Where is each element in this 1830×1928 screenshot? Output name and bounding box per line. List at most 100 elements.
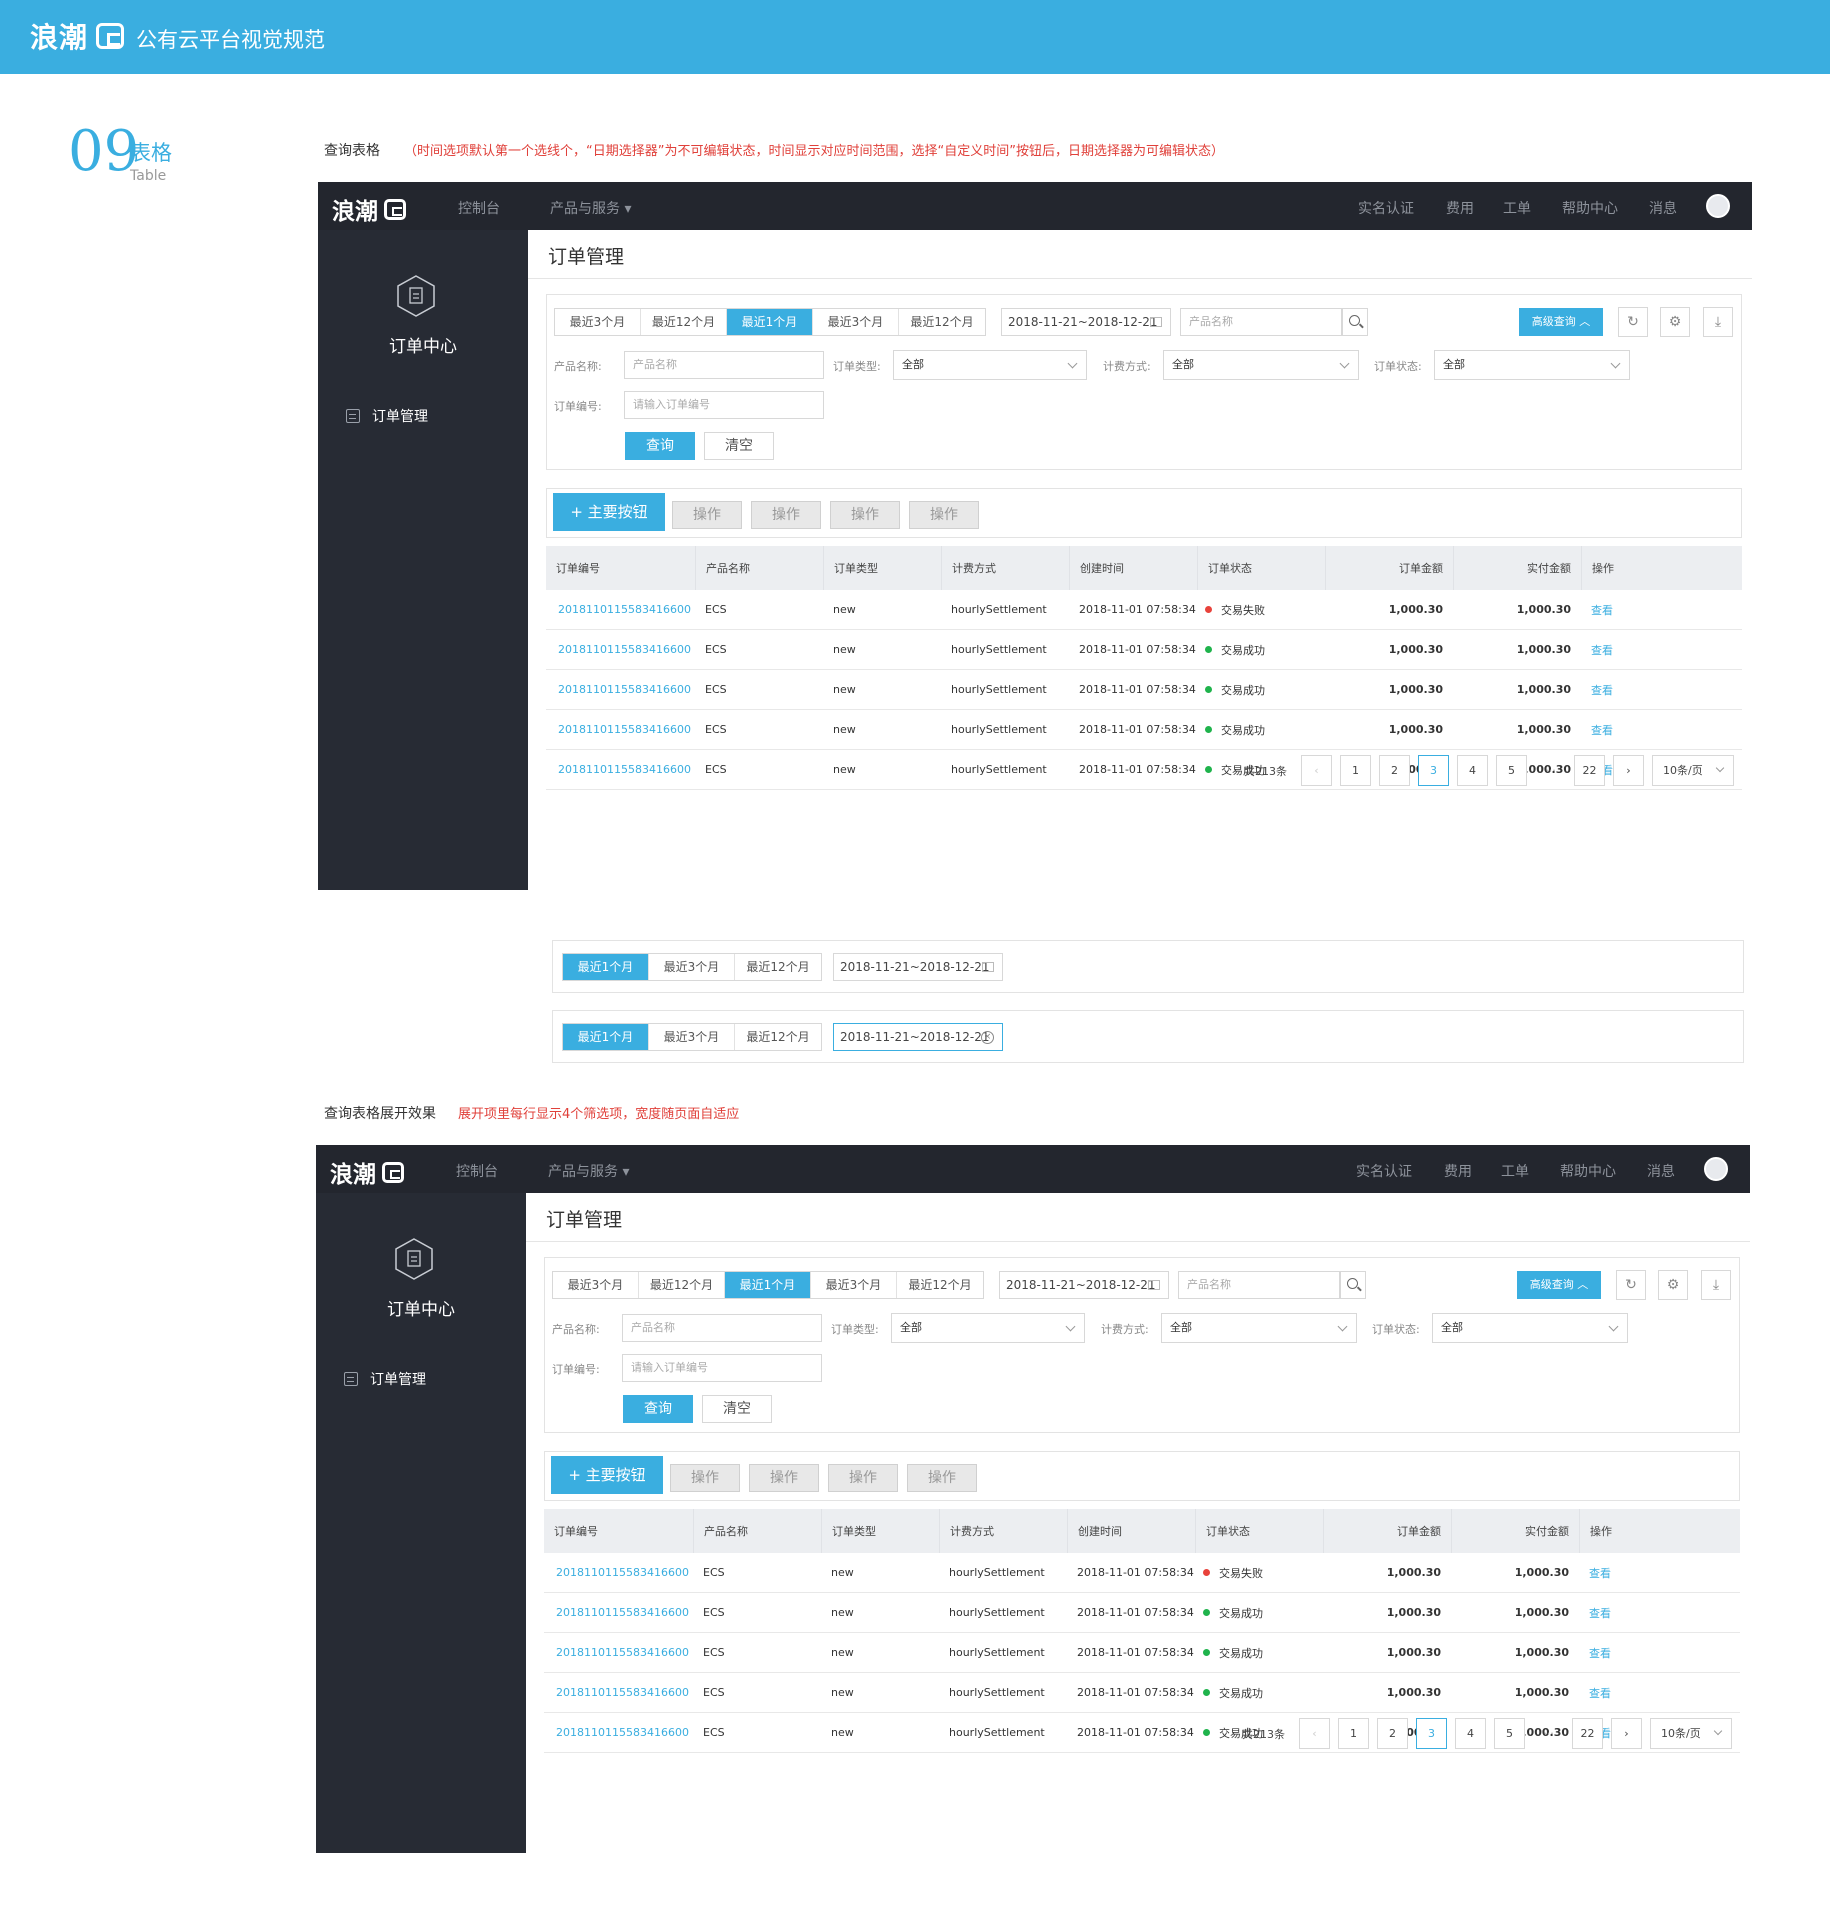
billing-select[interactable]: 全部 [1161,1313,1357,1343]
view-link[interactable]: 查看 [1581,710,1742,749]
op-button[interactable]: 操作 [907,1464,977,1492]
nav-help[interactable]: 帮助中心 [1562,198,1618,218]
view-link[interactable]: 查看 [1579,1633,1740,1672]
clear-button[interactable]: 清空 [702,1395,772,1423]
page-last[interactable]: 22 [1572,1718,1603,1749]
page-size-select[interactable]: 10条/页 [1650,1718,1732,1749]
page-4[interactable]: 4 [1455,1718,1486,1749]
tab-3m-b[interactable]: 最近3个月 [813,309,899,335]
nav-products[interactable]: 产品与服务 ▾ [548,1161,629,1181]
view-link[interactable]: 查看 [1579,1593,1740,1632]
nav-help[interactable]: 帮助中心 [1560,1161,1616,1181]
next-page-button[interactable]: › [1613,755,1644,786]
status-select[interactable]: 全部 [1432,1313,1628,1343]
avatar[interactable] [1706,194,1730,218]
page-1[interactable]: 1 [1340,755,1371,786]
product-name-input[interactable]: 产品名称 [624,351,824,379]
refresh-button[interactable]: ↻ [1618,307,1648,337]
order-id-link[interactable]: 2018110115583416600 [546,750,695,789]
order-id-link[interactable]: 2018110115583416600 [544,1553,693,1592]
nav-verify[interactable]: 实名认证 [1358,198,1414,218]
status-select[interactable]: 全部 [1434,350,1630,380]
demo-date-editable[interactable]: 2018-11-21~2018-12-21 × [833,1023,1003,1051]
op-button[interactable]: 操作 [672,501,742,529]
nav-products[interactable]: 产品与服务 ▾ [550,198,631,218]
op-button[interactable]: 操作 [828,1464,898,1492]
advanced-query-button[interactable]: 高级查询 ︿ [1519,308,1603,336]
view-link[interactable]: 查看 [1581,670,1742,709]
demo-tab[interactable]: 最近3个月 [649,1024,735,1050]
download-button[interactable]: ⤓ [1701,1270,1731,1300]
page-3[interactable]: 3 [1418,755,1449,786]
demo-tab[interactable]: 最近1个月 [563,1024,649,1050]
page-2[interactable]: 2 [1379,755,1410,786]
date-range-picker[interactable]: 2018-11-21~2018-12-21 [999,1271,1169,1299]
order-id-link[interactable]: 2018110115583416600 [546,670,695,709]
order-id-link[interactable]: 2018110115583416600 [546,630,695,669]
nav-console[interactable]: 控制台 [456,1161,498,1181]
nav-verify[interactable]: 实名认证 [1356,1161,1412,1181]
order-id-link[interactable]: 2018110115583416600 [546,590,695,629]
product-search-input[interactable]: 产品名称 [1180,308,1342,336]
op-button[interactable]: 操作 [751,501,821,529]
product-search-input[interactable]: 产品名称 [1178,1271,1340,1299]
order-id-link[interactable]: 2018110115583416600 [544,1673,693,1712]
avatar[interactable] [1704,1157,1728,1181]
clear-button[interactable]: 清空 [704,432,774,460]
billing-select[interactable]: 全部 [1163,350,1359,380]
order-id-link[interactable]: 2018110115583416600 [544,1713,693,1752]
search-button[interactable] [1340,1271,1366,1299]
order-type-select[interactable]: 全部 [893,350,1087,380]
search-button[interactable] [1342,308,1368,336]
clear-icon[interactable]: × [981,1031,994,1044]
order-number-input[interactable]: 请输入订单编号 [622,1354,822,1382]
order-id-link[interactable]: 2018110115583416600 [544,1593,693,1632]
op-button[interactable]: 操作 [749,1464,819,1492]
nav-tickets[interactable]: 工单 [1503,198,1531,218]
nav-billing[interactable]: 费用 [1446,198,1474,218]
demo-tab[interactable]: 最近12个月 [735,954,821,980]
order-id-link[interactable]: 2018110115583416600 [544,1633,693,1672]
next-page-button[interactable]: › [1611,1718,1642,1749]
demo-tab[interactable]: 最近12个月 [735,1024,821,1050]
page-1[interactable]: 1 [1338,1718,1369,1749]
tab-1m[interactable]: 最近1个月 [725,1272,811,1298]
order-type-select[interactable]: 全部 [891,1313,1085,1343]
query-button[interactable]: 查询 [625,432,695,460]
nav-tickets[interactable]: 工单 [1501,1161,1529,1181]
tab-12m[interactable]: 最近12个月 [639,1272,725,1298]
demo-tab[interactable]: 最近3个月 [649,954,735,980]
nav-console[interactable]: 控制台 [458,198,500,218]
tab-3m[interactable]: 最近3个月 [555,309,641,335]
settings-button[interactable]: ⚙ [1660,307,1690,337]
nav-messages[interactable]: 消息 [1649,198,1677,218]
nav-messages[interactable]: 消息 [1647,1161,1675,1181]
demo-tab[interactable]: 最近1个月 [563,954,649,980]
page-size-select[interactable]: 10条/页 [1652,755,1734,786]
prev-page-button[interactable]: ‹ [1301,755,1332,786]
primary-button[interactable]: + 主要按钮 [551,1456,663,1494]
view-link[interactable]: 查看 [1581,630,1742,669]
tab-1m[interactable]: 最近1个月 [727,309,813,335]
refresh-button[interactable]: ↻ [1616,1270,1646,1300]
page-last[interactable]: 22 [1574,755,1605,786]
download-button[interactable]: ⤓ [1703,307,1733,337]
settings-button[interactable]: ⚙ [1658,1270,1688,1300]
op-button[interactable]: 操作 [670,1464,740,1492]
product-name-input[interactable]: 产品名称 [622,1314,822,1342]
page-4[interactable]: 4 [1457,755,1488,786]
order-number-input[interactable]: 请输入订单编号 [624,391,824,419]
op-button[interactable]: 操作 [909,501,979,529]
date-range-picker[interactable]: 2018-11-21~2018-12-21 [1001,308,1171,336]
demo-date-disabled[interactable]: 2018-11-21~2018-12-21 [833,953,1003,981]
page-3[interactable]: 3 [1416,1718,1447,1749]
tab-3m-b[interactable]: 最近3个月 [811,1272,897,1298]
prev-page-button[interactable]: ‹ [1299,1718,1330,1749]
view-link[interactable]: 查看 [1581,590,1742,629]
tab-12m[interactable]: 最近12个月 [641,309,727,335]
order-id-link[interactable]: 2018110115583416600 [546,710,695,749]
sidebar-item-orders[interactable]: 订单管理 [344,1369,426,1389]
tab-12m-b[interactable]: 最近12个月 [899,309,985,335]
view-link[interactable]: 查看 [1579,1673,1740,1712]
nav-billing[interactable]: 费用 [1444,1161,1472,1181]
